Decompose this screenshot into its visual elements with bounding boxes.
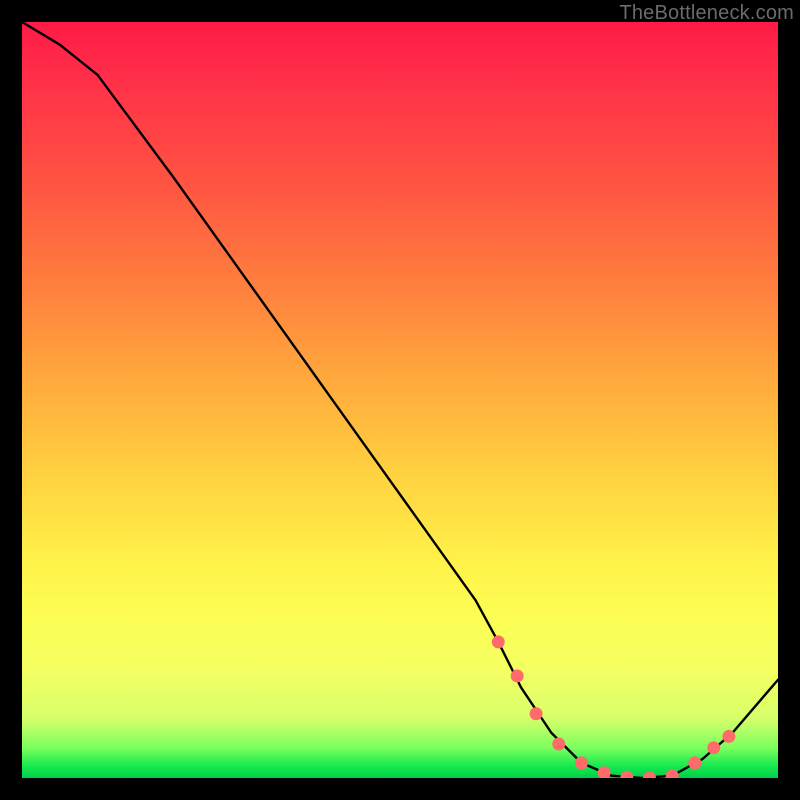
background-gradient: [22, 22, 778, 778]
watermark-text: TheBottleneck.com: [619, 2, 794, 25]
chart-stage: TheBottleneck.com: [0, 0, 800, 800]
plot-area: [22, 22, 778, 778]
